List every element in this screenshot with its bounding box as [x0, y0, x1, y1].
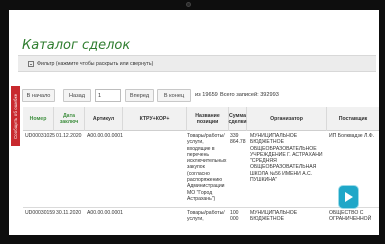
cell-supplier: ИП Болквадзе Л.Ф. — [329, 133, 375, 139]
camera-dot — [186, 2, 191, 7]
first-page-button[interactable]: В начало — [22, 89, 55, 102]
play-button[interactable] — [339, 186, 358, 208]
page-number-input[interactable]: 1 — [95, 89, 121, 102]
table-row[interactable]: UD00030159 30.11.2020 A00.00.00.0001 Тов… — [23, 208, 379, 235]
next-page-button[interactable]: Вперед — [125, 89, 154, 102]
cell-supplier: ОБЩЕСТВО С ОГРАНИЧЕННОЙ — [329, 210, 372, 223]
cell-article: A00.00.00.0001 — [87, 210, 123, 216]
cell-article: A00.00.00.0001 — [87, 133, 123, 139]
cell-date: 01.12.2020 — [56, 133, 82, 139]
cell-sum: 100 000 — [230, 210, 239, 223]
table-row[interactable]: UD00031025 01.12.2020 A00.00.00.0001 Тов… — [23, 131, 379, 208]
table-header: Номер Дата заключ Артикул КТРУ+КОР+ Назв… — [23, 107, 379, 131]
col-header-number[interactable]: Номер — [23, 107, 54, 131]
col-header-name[interactable]: Название позиции — [187, 107, 229, 131]
last-page-button[interactable]: В конец — [157, 89, 191, 102]
cell-organizer: МУНИЦИПАЛЬНОЕ БЮДЖЕТНОЕ ОБЩЕОБРАЗОВАТЕЛЬ… — [250, 133, 323, 184]
cell-number: UD00030159 — [25, 210, 56, 216]
col-header-organizer[interactable]: Организатор — [247, 107, 327, 131]
cell-name: Товары/работы/ услуги, — [187, 210, 225, 223]
page-title: Каталог сделок — [22, 38, 131, 53]
col-header-date[interactable]: Дата заключ — [54, 107, 85, 131]
cell-sum: 339 864.78 — [230, 133, 246, 146]
cell-date: 30.11.2020 — [56, 210, 82, 216]
cell-name: Товары/работы/ услуги, входящие в перече… — [187, 133, 227, 202]
cell-organizer: МУНИЦИПАЛЬНОЕ БЮДЖЕТНОЕ — [250, 210, 298, 223]
filter-label: Фильтр (нажмите чтобы раскрыть или сверн… — [37, 60, 154, 67]
col-header-article[interactable]: Артикул — [85, 107, 123, 131]
filter-icon — [28, 60, 34, 67]
pagination-bar: В начало Назад 1 Вперед В конец из 19659… — [9, 89, 379, 103]
deals-table: Номер Дата заключ Артикул КТРУ+КОР+ Назв… — [23, 107, 379, 235]
page-count-text: из 19659 — [195, 92, 218, 98]
prev-page-button[interactable]: Назад — [63, 89, 91, 102]
filter-toggle[interactable]: Фильтр (нажмите чтобы раскрыть или сверн… — [18, 55, 376, 72]
screen: Каталог сделок Фильтр (нажмите чтобы рас… — [9, 10, 379, 235]
col-header-supplier[interactable]: Поставщик — [327, 107, 379, 131]
play-icon — [345, 192, 353, 202]
cell-number: UD00031025 — [25, 133, 56, 139]
col-header-ktru[interactable]: КТРУ+КОР+ — [123, 107, 187, 131]
device-frame: Каталог сделок Фильтр (нажмите чтобы рас… — [0, 0, 385, 244]
total-records-text: Всего записей: 392993 — [220, 92, 279, 98]
col-header-sum[interactable]: Сумма сделки — [228, 107, 247, 131]
